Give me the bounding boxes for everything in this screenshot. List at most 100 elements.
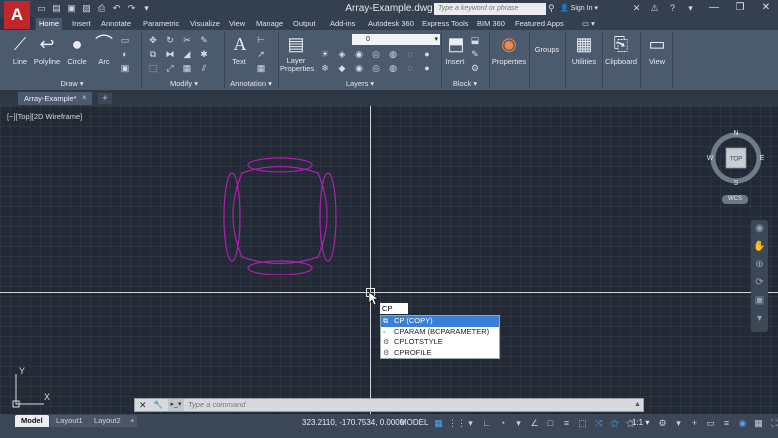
stretch-icon[interactable]: ⬚ (146, 62, 160, 74)
ribbon-options-icon[interactable]: ▭ ▾ (579, 18, 598, 30)
rectangle-icon[interactable]: ▭ (118, 34, 132, 46)
leader-icon[interactable]: ↗ (254, 48, 268, 60)
circle-button[interactable]: ● Circle (63, 33, 91, 66)
layer-on-icon[interactable]: ● (420, 62, 434, 74)
sign-in-button[interactable]: 👤 Sign In ▾ (560, 4, 598, 12)
orbit-icon[interactable]: ⟳ (751, 274, 768, 292)
isodraft-icon[interactable]: ▾ (512, 416, 525, 430)
ortho-icon[interactable]: ∟ (480, 416, 493, 430)
draw-more-icon[interactable]: ▣ (118, 62, 132, 74)
clean-screen-icon[interactable]: ⛶ (768, 416, 778, 430)
tab-insert[interactable]: Insert (69, 18, 94, 30)
compass-east[interactable]: E (760, 155, 765, 162)
close-icon[interactable]: ✕ (758, 1, 774, 15)
annotation-panel-title[interactable]: Annotation ▾ (226, 78, 276, 89)
table-icon[interactable]: ▦ (254, 62, 268, 74)
tab-manage[interactable]: Manage (253, 18, 286, 30)
navbar-menu-icon[interactable]: ▾ (751, 310, 768, 328)
units-icon[interactable]: ▭ (704, 416, 717, 430)
utilities-button[interactable]: ▦ Utilities (568, 33, 600, 66)
properties-button[interactable]: ◉ Properties (491, 33, 527, 66)
tab-output[interactable]: Output (290, 18, 319, 30)
close-icon[interactable]: × (82, 93, 90, 104)
transparency-icon[interactable]: ⬚ (576, 416, 589, 430)
tab-layout2[interactable]: Layout2 (88, 415, 127, 427)
layers-panel-title[interactable]: Layers ▾ (280, 78, 440, 89)
lineweight-icon[interactable]: ≡ (560, 416, 573, 430)
tab-featured-apps[interactable]: Featured Apps (512, 18, 567, 30)
showmotion-icon[interactable]: ▣ (751, 292, 768, 310)
grid-icon[interactable]: ▦ (432, 416, 445, 430)
tab-layout1[interactable]: Layout1 (50, 415, 89, 427)
compass-south[interactable]: S (734, 180, 739, 187)
polyline-button[interactable]: ↩ Polyline (32, 33, 62, 66)
isolate-objects-icon[interactable]: ◉ (736, 416, 749, 430)
snap-icon[interactable]: ⋮⋮ (448, 416, 466, 430)
annotation-monitor-icon[interactable]: + (688, 416, 701, 430)
tab-visualize[interactable]: Visualize (187, 18, 223, 30)
layer-current-icon[interactable]: ◍ (386, 62, 400, 74)
layer-match-icon[interactable]: ◉ (352, 48, 366, 60)
layer-unlock-icon[interactable]: ◎ (369, 62, 383, 74)
groups-button[interactable]: Groups (532, 33, 562, 54)
coordinates-readout[interactable]: 323.2110, -170.7534, 0.0000 (302, 418, 404, 427)
layer-freeze-icon[interactable]: ❄ (318, 62, 332, 74)
exchange-icon[interactable]: ✕ (630, 2, 643, 14)
view-button[interactable]: ▭ View (644, 33, 670, 66)
layer-merge-icon[interactable]: ◌ (403, 48, 417, 60)
edit-block-icon[interactable]: ✎ (468, 48, 482, 60)
mirror-icon[interactable]: ⧓ (163, 48, 177, 60)
help-dropdown-icon[interactable]: ▾ (684, 2, 697, 14)
trim-icon[interactable]: ✂ (180, 34, 194, 46)
new-tab-button[interactable]: + (98, 93, 112, 104)
array-icon[interactable]: ▦ (180, 62, 194, 74)
recent-commands-button[interactable]: ▸_▾ (168, 399, 184, 411)
layer-walk-icon[interactable]: ◍ (386, 48, 400, 60)
explode-icon[interactable]: ✱ (197, 48, 211, 60)
model-space-button[interactable]: MODEL (400, 418, 428, 427)
tab-add-ins[interactable]: Add-ins (327, 18, 358, 30)
compass-north[interactable]: N (733, 130, 738, 137)
workspace-dropdown-icon[interactable]: ▾ (672, 416, 685, 430)
stay-connected-icon[interactable]: ⚠ (648, 2, 661, 14)
dimension-icon[interactable]: ⊢ (254, 34, 268, 46)
scale-icon[interactable]: ⤢ (163, 62, 177, 74)
list-item[interactable]: ▫ CPARAM (BCPARAMETER) (381, 327, 499, 338)
erase-icon[interactable]: ✎ (197, 34, 211, 46)
layer-properties-button[interactable]: ▤ Layer Properties (280, 33, 314, 73)
layer-delete-icon[interactable]: ● (420, 48, 434, 60)
list-item[interactable]: ⧉ CP (COPY) (381, 316, 499, 327)
wrench-icon[interactable]: 🔧 (153, 400, 163, 410)
restore-icon[interactable]: ❐ (732, 1, 748, 15)
layer-lock-icon[interactable]: ◆ (335, 62, 349, 74)
arc-button[interactable]: ⌒ Arc (92, 33, 116, 66)
tab-home[interactable]: Home (36, 18, 63, 30)
file-tab[interactable]: Array-Example* (18, 92, 92, 105)
selection-cycling-icon[interactable]: ⤨ (592, 416, 605, 430)
clipboard-button[interactable]: ⎘ Clipboard (604, 33, 638, 66)
infer-icon[interactable]: ▾ (464, 416, 477, 430)
rotate-icon[interactable]: ↻ (163, 34, 177, 46)
block-panel-title[interactable]: Block ▾ (442, 78, 488, 89)
layer-previous-icon[interactable]: ◎ (369, 48, 383, 60)
drawing-area[interactable] (0, 106, 778, 414)
binoculars-icon[interactable]: ⚲ (548, 3, 558, 15)
dynamic-input-field[interactable]: CP (380, 303, 408, 314)
tab-annotate[interactable]: Annotate (98, 18, 134, 30)
wcs-menu-button[interactable]: WCS (722, 195, 748, 204)
insert-button[interactable]: ⬒ Insert (444, 33, 466, 66)
polar-icon[interactable]: ◔ (496, 416, 509, 430)
move-icon[interactable]: ✥ (146, 34, 160, 46)
tab-bim-360[interactable]: BIM 360 (474, 18, 508, 30)
object-snap-tracking-icon[interactable]: ∠ (528, 416, 541, 430)
layer-isolate-icon[interactable]: ◈ (335, 48, 349, 60)
tab-model[interactable]: Model (15, 415, 49, 427)
minimize-icon[interactable]: — (706, 1, 722, 15)
draw-panel-title[interactable]: Draw ▾ (4, 78, 140, 89)
list-item[interactable]: ⚙ CPLOTSTYLE (381, 337, 499, 348)
annotation-scale-dropdown[interactable]: 1:1 ▾ (632, 418, 649, 427)
fillet-icon[interactable]: ◢ (180, 48, 194, 60)
zoom-icon[interactable]: ⊕ (751, 256, 768, 274)
application-menu-button[interactable]: A (4, 1, 30, 29)
copy-icon[interactable]: ⧉ (146, 48, 160, 60)
